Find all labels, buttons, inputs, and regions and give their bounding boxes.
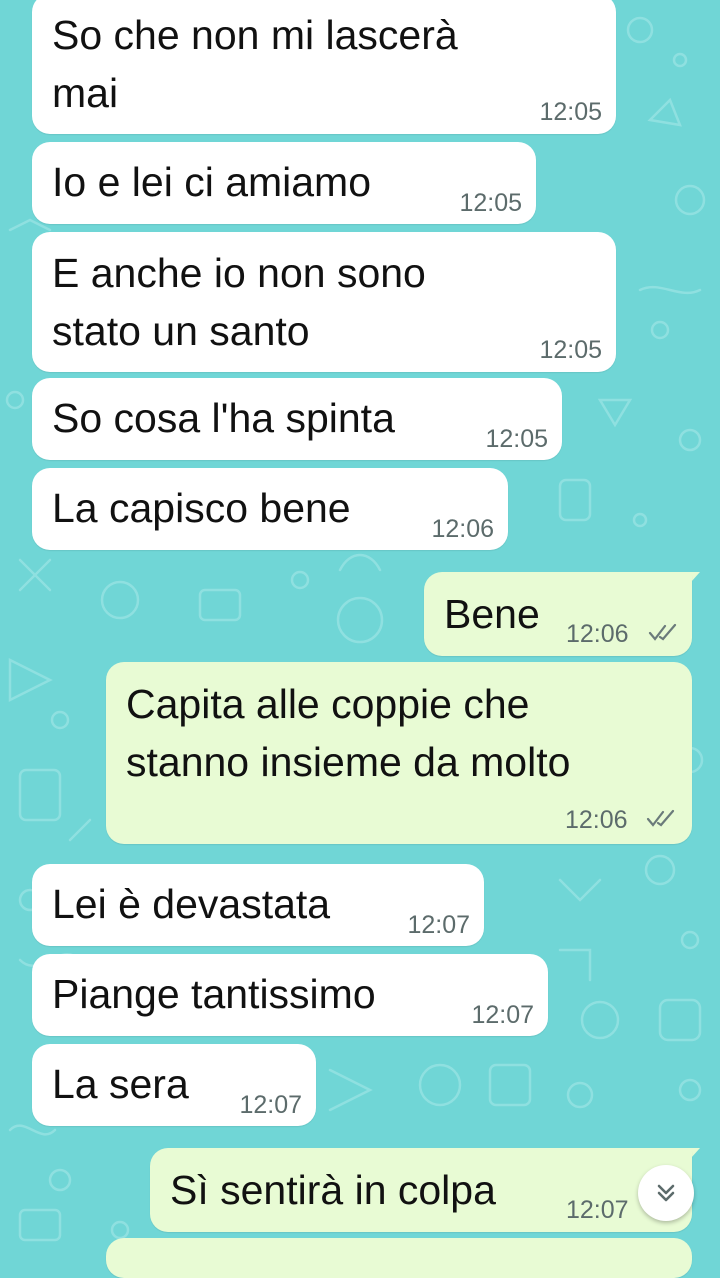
message-timestamp: 12:05	[459, 189, 522, 217]
message-text-line: Piange tantissimo	[52, 971, 376, 1017]
message-bubble[interactable]: Piange tantissimo 12:07	[32, 954, 548, 1036]
message-text-line: mai	[52, 70, 119, 116]
message-text-line: Bene	[444, 591, 540, 637]
double-check-icon	[648, 623, 677, 641]
message-timestamp: 12:07	[407, 911, 470, 939]
message-text-line: E anche io non sono	[52, 250, 426, 296]
message-text-line: La sera	[52, 1061, 189, 1107]
message-text-line: La capisco bene	[52, 485, 351, 531]
message-bubble[interactable]: So che non mi lascerà mai 12:05	[32, 0, 616, 134]
message-timestamp: 12:06	[566, 620, 629, 648]
double-check-icon	[646, 809, 675, 827]
scroll-to-bottom-button[interactable]	[638, 1165, 694, 1221]
message-timestamp: 12:07	[239, 1091, 302, 1119]
message-bubble[interactable]: Bene 12:06	[424, 572, 692, 656]
message-timestamp: 12:06	[565, 806, 628, 834]
message-bubble[interactable]: Lei è devastata 12:07	[32, 864, 484, 946]
message-bubble[interactable]: So cosa l'ha spinta 12:05	[32, 378, 562, 460]
message-text-line: Sì sentirà in colpa	[170, 1167, 496, 1213]
message-text-line: stanno insieme da molto	[126, 739, 571, 785]
message-text-line: So che non mi lascerà	[52, 12, 458, 58]
message-bubble[interactable]: Io e lei ci amiamo 12:05	[32, 142, 536, 224]
message-text-line: So cosa l'ha spinta	[52, 395, 395, 441]
message-text-line: stato un santo	[52, 308, 310, 354]
message-timestamp: 12:06	[431, 515, 494, 543]
message-bubble-partial[interactable]	[106, 1238, 692, 1278]
message-bubble[interactable]: La sera 12:07	[32, 1044, 316, 1126]
message-timestamp: 12:05	[539, 336, 602, 364]
message-text-line: Io e lei ci amiamo	[52, 159, 372, 205]
message-timestamp: 12:05	[539, 98, 602, 126]
message-text-line: Capita alle coppie che	[126, 681, 530, 727]
message-timestamp: 12:07	[471, 1001, 534, 1029]
message-bubble[interactable]: Capita alle coppie che stanno insieme da…	[106, 662, 692, 844]
message-bubble[interactable]: La capisco bene 12:06	[32, 468, 508, 550]
message-bubble[interactable]: E anche io non sono stato un santo 12:05	[32, 232, 616, 372]
message-timestamp: 12:07	[566, 1196, 629, 1224]
message-bubble[interactable]: Sì sentirà in colpa 12:07	[150, 1148, 692, 1232]
double-chevron-down-icon	[657, 1184, 675, 1202]
message-text-line: Lei è devastata	[52, 881, 331, 927]
message-timestamp: 12:05	[485, 425, 548, 453]
